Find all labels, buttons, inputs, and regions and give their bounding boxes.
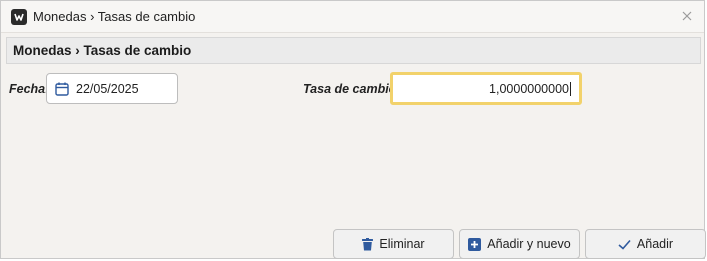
tasa-value: 1,0000000000: [489, 82, 571, 96]
fecha-date-field[interactable]: 22/05/2025: [46, 73, 178, 104]
calendar-icon[interactable]: [55, 82, 69, 96]
anadir-y-nuevo-button[interactable]: Añadir y nuevo: [459, 229, 580, 259]
plus-square-icon: [468, 237, 482, 251]
section-header: Monedas › Tasas de cambio: [6, 37, 701, 64]
fecha-value: 22/05/2025: [76, 82, 139, 96]
anadir-label: Añadir: [636, 237, 674, 251]
dialog-window: Monedas › Tasas de cambio Monedas › Tasa…: [0, 0, 706, 259]
section-title: Monedas › Tasas de cambio: [13, 43, 192, 58]
trash-icon: [362, 237, 374, 250]
tasa-label: Tasa de cambio:: [303, 82, 401, 96]
window-title: Monedas › Tasas de cambio: [33, 9, 196, 24]
anadir-button[interactable]: Añadir: [585, 229, 706, 259]
checkmark-icon: [618, 239, 631, 250]
close-icon: [682, 11, 692, 21]
tasa-de-cambio-input[interactable]: 1,0000000000: [390, 72, 582, 105]
fecha-label: Fecha:: [9, 82, 50, 96]
eliminar-label: Eliminar: [379, 237, 425, 251]
anadir-y-nuevo-label: Añadir y nuevo: [487, 237, 571, 251]
close-button[interactable]: [678, 7, 696, 25]
eliminar-button[interactable]: Eliminar: [333, 229, 454, 259]
app-logo-icon: [11, 8, 27, 25]
title-bar: Monedas › Tasas de cambio: [1, 1, 704, 33]
